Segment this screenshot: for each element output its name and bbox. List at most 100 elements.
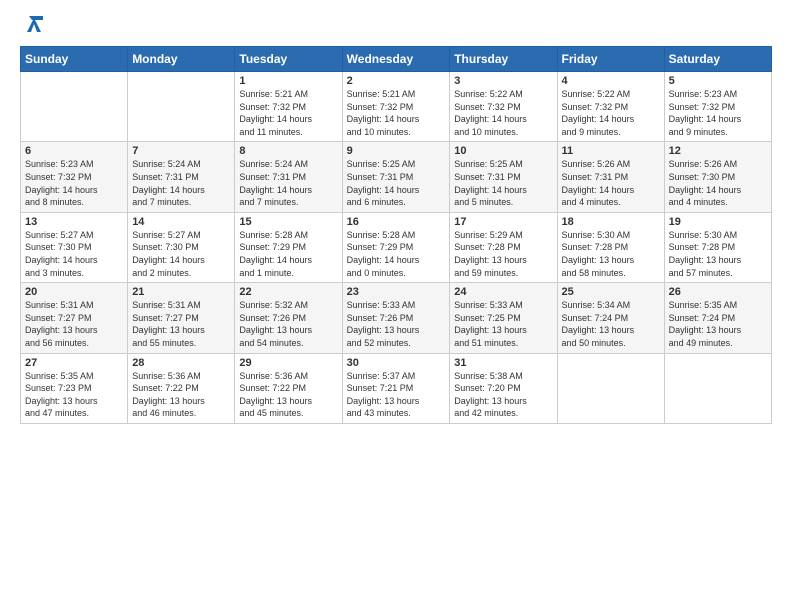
calendar-cell: 4Sunrise: 5:22 AM Sunset: 7:32 PM Daylig… [557,72,664,142]
day-number: 5 [669,75,767,87]
logo [20,16,45,36]
weekday-header-wednesday: Wednesday [342,47,450,72]
day-number: 21 [132,286,230,298]
day-info: Sunrise: 5:25 AM Sunset: 7:31 PM Dayligh… [454,158,552,208]
day-number: 1 [239,75,337,87]
day-number: 24 [454,286,552,298]
calendar-cell: 18Sunrise: 5:30 AM Sunset: 7:28 PM Dayli… [557,212,664,282]
day-info: Sunrise: 5:31 AM Sunset: 7:27 PM Dayligh… [25,299,123,349]
day-info: Sunrise: 5:24 AM Sunset: 7:31 PM Dayligh… [132,158,230,208]
calendar-cell: 23Sunrise: 5:33 AM Sunset: 7:26 PM Dayli… [342,283,450,353]
day-info: Sunrise: 5:31 AM Sunset: 7:27 PM Dayligh… [132,299,230,349]
day-number: 26 [669,286,767,298]
day-number: 10 [454,145,552,157]
calendar-cell: 28Sunrise: 5:36 AM Sunset: 7:22 PM Dayli… [128,353,235,423]
day-number: 6 [25,145,123,157]
calendar-cell: 3Sunrise: 5:22 AM Sunset: 7:32 PM Daylig… [450,72,557,142]
calendar-cell: 9Sunrise: 5:25 AM Sunset: 7:31 PM Daylig… [342,142,450,212]
day-number: 27 [25,357,123,369]
calendar-cell: 8Sunrise: 5:24 AM Sunset: 7:31 PM Daylig… [235,142,342,212]
calendar-cell: 6Sunrise: 5:23 AM Sunset: 7:32 PM Daylig… [21,142,128,212]
calendar-cell: 26Sunrise: 5:35 AM Sunset: 7:24 PM Dayli… [664,283,771,353]
day-number: 15 [239,216,337,228]
day-info: Sunrise: 5:22 AM Sunset: 7:32 PM Dayligh… [562,88,660,138]
calendar-cell: 2Sunrise: 5:21 AM Sunset: 7:32 PM Daylig… [342,72,450,142]
day-info: Sunrise: 5:36 AM Sunset: 7:22 PM Dayligh… [239,370,337,420]
day-info: Sunrise: 5:35 AM Sunset: 7:23 PM Dayligh… [25,370,123,420]
day-number: 18 [562,216,660,228]
weekday-header-friday: Friday [557,47,664,72]
weekday-header-tuesday: Tuesday [235,47,342,72]
day-number: 19 [669,216,767,228]
day-number: 13 [25,216,123,228]
day-info: Sunrise: 5:22 AM Sunset: 7:32 PM Dayligh… [454,88,552,138]
calendar-cell: 7Sunrise: 5:24 AM Sunset: 7:31 PM Daylig… [128,142,235,212]
weekday-header-thursday: Thursday [450,47,557,72]
day-info: Sunrise: 5:34 AM Sunset: 7:24 PM Dayligh… [562,299,660,349]
day-number: 22 [239,286,337,298]
day-info: Sunrise: 5:28 AM Sunset: 7:29 PM Dayligh… [239,229,337,279]
calendar-cell: 30Sunrise: 5:37 AM Sunset: 7:21 PM Dayli… [342,353,450,423]
calendar-week-2: 6Sunrise: 5:23 AM Sunset: 7:32 PM Daylig… [21,142,772,212]
calendar-header-row: SundayMondayTuesdayWednesdayThursdayFrid… [21,47,772,72]
day-info: Sunrise: 5:33 AM Sunset: 7:25 PM Dayligh… [454,299,552,349]
calendar-week-3: 13Sunrise: 5:27 AM Sunset: 7:30 PM Dayli… [21,212,772,282]
day-number: 12 [669,145,767,157]
calendar-cell: 27Sunrise: 5:35 AM Sunset: 7:23 PM Dayli… [21,353,128,423]
day-info: Sunrise: 5:24 AM Sunset: 7:31 PM Dayligh… [239,158,337,208]
calendar-cell: 11Sunrise: 5:26 AM Sunset: 7:31 PM Dayli… [557,142,664,212]
calendar-cell: 20Sunrise: 5:31 AM Sunset: 7:27 PM Dayli… [21,283,128,353]
calendar-cell [128,72,235,142]
day-info: Sunrise: 5:25 AM Sunset: 7:31 PM Dayligh… [347,158,446,208]
day-number: 20 [25,286,123,298]
day-info: Sunrise: 5:28 AM Sunset: 7:29 PM Dayligh… [347,229,446,279]
day-number: 25 [562,286,660,298]
day-info: Sunrise: 5:21 AM Sunset: 7:32 PM Dayligh… [347,88,446,138]
day-number: 31 [454,357,552,369]
calendar-cell: 25Sunrise: 5:34 AM Sunset: 7:24 PM Dayli… [557,283,664,353]
day-info: Sunrise: 5:33 AM Sunset: 7:26 PM Dayligh… [347,299,446,349]
day-number: 23 [347,286,446,298]
calendar-cell: 14Sunrise: 5:27 AM Sunset: 7:30 PM Dayli… [128,212,235,282]
day-number: 7 [132,145,230,157]
calendar-cell: 15Sunrise: 5:28 AM Sunset: 7:29 PM Dayli… [235,212,342,282]
day-info: Sunrise: 5:32 AM Sunset: 7:26 PM Dayligh… [239,299,337,349]
calendar-cell: 17Sunrise: 5:29 AM Sunset: 7:28 PM Dayli… [450,212,557,282]
weekday-header-saturday: Saturday [664,47,771,72]
day-info: Sunrise: 5:29 AM Sunset: 7:28 PM Dayligh… [454,229,552,279]
calendar-cell: 5Sunrise: 5:23 AM Sunset: 7:32 PM Daylig… [664,72,771,142]
day-info: Sunrise: 5:26 AM Sunset: 7:31 PM Dayligh… [562,158,660,208]
calendar-cell: 29Sunrise: 5:36 AM Sunset: 7:22 PM Dayli… [235,353,342,423]
calendar-cell [21,72,128,142]
day-number: 2 [347,75,446,87]
calendar-cell: 10Sunrise: 5:25 AM Sunset: 7:31 PM Dayli… [450,142,557,212]
calendar-cell [664,353,771,423]
day-info: Sunrise: 5:37 AM Sunset: 7:21 PM Dayligh… [347,370,446,420]
calendar-cell: 1Sunrise: 5:21 AM Sunset: 7:32 PM Daylig… [235,72,342,142]
calendar-week-4: 20Sunrise: 5:31 AM Sunset: 7:27 PM Dayli… [21,283,772,353]
day-number: 30 [347,357,446,369]
calendar-cell: 21Sunrise: 5:31 AM Sunset: 7:27 PM Dayli… [128,283,235,353]
day-number: 3 [454,75,552,87]
header [20,16,772,36]
day-number: 11 [562,145,660,157]
calendar-week-1: 1Sunrise: 5:21 AM Sunset: 7:32 PM Daylig… [21,72,772,142]
day-info: Sunrise: 5:36 AM Sunset: 7:22 PM Dayligh… [132,370,230,420]
day-info: Sunrise: 5:21 AM Sunset: 7:32 PM Dayligh… [239,88,337,138]
calendar-cell: 13Sunrise: 5:27 AM Sunset: 7:30 PM Dayli… [21,212,128,282]
day-number: 8 [239,145,337,157]
day-number: 28 [132,357,230,369]
calendar-table: SundayMondayTuesdayWednesdayThursdayFrid… [20,46,772,424]
calendar-cell: 19Sunrise: 5:30 AM Sunset: 7:28 PM Dayli… [664,212,771,282]
weekday-header-monday: Monday [128,47,235,72]
calendar-cell: 22Sunrise: 5:32 AM Sunset: 7:26 PM Dayli… [235,283,342,353]
calendar-week-5: 27Sunrise: 5:35 AM Sunset: 7:23 PM Dayli… [21,353,772,423]
day-info: Sunrise: 5:23 AM Sunset: 7:32 PM Dayligh… [25,158,123,208]
calendar-cell: 24Sunrise: 5:33 AM Sunset: 7:25 PM Dayli… [450,283,557,353]
day-number: 14 [132,216,230,228]
calendar-cell: 31Sunrise: 5:38 AM Sunset: 7:20 PM Dayli… [450,353,557,423]
day-number: 9 [347,145,446,157]
day-info: Sunrise: 5:38 AM Sunset: 7:20 PM Dayligh… [454,370,552,420]
day-number: 29 [239,357,337,369]
day-info: Sunrise: 5:27 AM Sunset: 7:30 PM Dayligh… [25,229,123,279]
